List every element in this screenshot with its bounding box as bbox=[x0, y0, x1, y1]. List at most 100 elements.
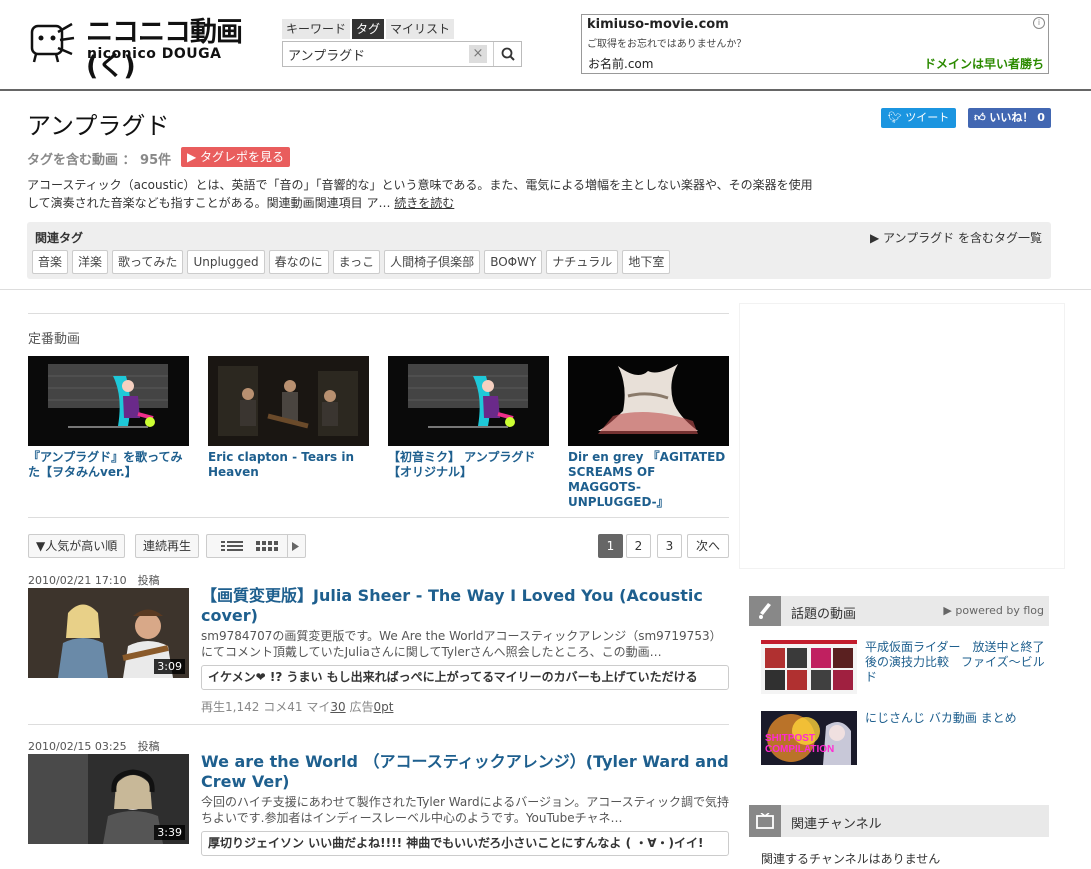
divider bbox=[28, 313, 729, 314]
search-button[interactable] bbox=[493, 42, 522, 66]
tag-description: アコースティック（acoustic）とは、英語で「音の」「音響的な」という意味で… bbox=[27, 176, 817, 212]
related-tag[interactable]: BOΦWY bbox=[484, 250, 543, 274]
video-list-item: 2010/02/21 17:10 投稿 3:09 【画質変更版】Julia Sh… bbox=[28, 572, 729, 725]
trending-video-title[interactable]: にじさんじ バカ動画 まとめ bbox=[865, 711, 1051, 726]
featured-video[interactable]: Eric clapton - Tears in Heaven bbox=[208, 356, 369, 480]
related-tags-label: 関連タグ bbox=[35, 231, 84, 245]
ad-points[interactable]: 0pt bbox=[373, 700, 393, 714]
video-thumbnail[interactable]: SHITPOST COMPILATION bbox=[761, 711, 857, 765]
related-tags-all-link[interactable]: ▶ アンプラグド を含むタグ一覧 bbox=[870, 229, 1042, 246]
like-label: いいね！ 0 bbox=[989, 111, 1045, 124]
featured-video-title[interactable]: 【初音ミク】 アンプラグド【オリジナル】 bbox=[388, 450, 549, 480]
thumbnail-image bbox=[568, 356, 729, 446]
related-tag[interactable]: 音楽 bbox=[32, 250, 69, 274]
header-ad[interactable]: kimiuso-movie.com ご取得をお忘れではありませんか？ お名前.c… bbox=[581, 14, 1049, 74]
next-page-button[interactable]: 次へ bbox=[687, 534, 729, 558]
video-description: 今回のハイチ支援にあわせて製作されたTyler Wardによるバージョン。アコー… bbox=[201, 795, 729, 825]
ad-info-icon[interactable]: i bbox=[1033, 17, 1045, 29]
featured-video[interactable]: 『アンプラグド』を歌ってみた【ヲタみんver.】 bbox=[28, 356, 189, 480]
video-thumbnail[interactable] bbox=[388, 356, 549, 446]
play-arrow-icon[interactable] bbox=[292, 542, 300, 551]
related-tag[interactable]: 歌ってみた bbox=[112, 250, 184, 274]
related-tag[interactable]: 洋楽 bbox=[72, 250, 109, 274]
grid-view-icon[interactable] bbox=[256, 541, 278, 552]
video-thumbnail[interactable] bbox=[28, 356, 189, 446]
tagrepo-button[interactable]: ▶ タグレポを見る bbox=[181, 147, 291, 167]
page-button[interactable]: 3 bbox=[657, 534, 682, 558]
no-channels-message: 関連するチャンネルはありません bbox=[761, 852, 941, 866]
sidebar-ad-slot bbox=[739, 303, 1065, 569]
continuous-play-button[interactable]: 連続再生 bbox=[135, 534, 200, 558]
comments-count: 41 bbox=[287, 700, 303, 714]
video-title[interactable]: We are the World （アコースティックアレンジ）(Tyler Wa… bbox=[201, 752, 729, 792]
page-button[interactable]: 2 bbox=[626, 534, 651, 558]
featured-heading: 定番動画 bbox=[28, 332, 81, 347]
featured-video[interactable]: 【初音ミク】 アンプラグド【オリジナル】 bbox=[388, 356, 549, 480]
featured-video[interactable]: Dir en grey 『AGITATED SCREAMS OF MAGGOTS… bbox=[568, 356, 729, 510]
featured-video-title[interactable]: 『アンプラグド』を歌ってみた【ヲタみんver.】 bbox=[28, 450, 189, 480]
search-input[interactable] bbox=[283, 42, 467, 66]
related-tag[interactable]: Unplugged bbox=[187, 250, 265, 274]
related-tag[interactable]: ナチュラル bbox=[546, 250, 619, 274]
trending-video[interactable]: 平成仮面ライダー 放送中と終了後の演技力比較 ファイズ～ビルド bbox=[761, 640, 1051, 696]
search-tab-keyword[interactable]: キーワード bbox=[282, 19, 351, 39]
list-view-icon[interactable] bbox=[221, 541, 243, 552]
related-tag[interactable]: 地下室 bbox=[622, 250, 671, 274]
trending-label: 話題の動画 bbox=[791, 607, 857, 622]
search-tabs: キーワード タグ マイリスト bbox=[282, 19, 522, 39]
related-tag[interactable]: まっこ bbox=[332, 250, 381, 274]
search-tab-mylist[interactable]: マイリスト bbox=[386, 19, 455, 39]
video-thumbnail[interactable] bbox=[761, 640, 857, 694]
twitter-bird-icon: 🐦︎ bbox=[887, 111, 902, 124]
video-thumbnail[interactable]: 3:09 bbox=[28, 588, 189, 678]
trending-video[interactable]: SHITPOST COMPILATION にじさんじ バカ動画 まとめ bbox=[761, 711, 1051, 767]
ad-cta[interactable]: ドメインは早い者勝ち bbox=[924, 55, 1044, 72]
niconico-logo[interactable]: ニコニコ動画(く) niconico DOUGA bbox=[28, 16, 268, 82]
related-channel-label: 関連チャンネル bbox=[791, 817, 882, 832]
search-box: キーワード タグ マイリスト × bbox=[282, 19, 522, 67]
featured-video-title[interactable]: Eric clapton - Tears in Heaven bbox=[208, 450, 369, 480]
thumbnail-image bbox=[388, 356, 549, 446]
logo-sub-text: niconico DOUGA bbox=[87, 46, 222, 62]
trending-video-title[interactable]: 平成仮面ライダー 放送中と終了後の演技力比較 ファイズ～ビルド bbox=[865, 640, 1051, 685]
mascot-icon bbox=[30, 22, 75, 63]
ad-points-label: 広告 bbox=[349, 700, 374, 714]
video-thumbnail[interactable] bbox=[568, 356, 729, 446]
video-thumbnail[interactable] bbox=[208, 356, 369, 446]
mylist-count[interactable]: 30 bbox=[330, 700, 345, 714]
related-tag[interactable]: 春なのに bbox=[268, 250, 329, 274]
video-duration: 3:39 bbox=[154, 825, 185, 840]
video-stats: 再生1,142 コメ41 マイ30 広告0pt bbox=[201, 698, 393, 715]
thumbnail-image bbox=[761, 640, 857, 694]
search-row: × bbox=[282, 41, 522, 67]
ad-domain: kimiuso-movie.com bbox=[587, 17, 729, 32]
divider bbox=[28, 517, 729, 518]
video-count-label: タグを含む動画 ： 95件 bbox=[27, 153, 172, 168]
sort-button[interactable]: ▼人気が高い順 bbox=[28, 534, 126, 558]
trend-icon bbox=[749, 596, 781, 626]
views-count: 1,142 bbox=[225, 700, 260, 714]
search-tab-tag[interactable]: タグ bbox=[352, 19, 385, 39]
channel-icon bbox=[749, 805, 781, 837]
related-tags-panel: 関連タグ ▶ アンプラグド を含むタグ一覧 音楽 洋楽 歌ってみた Unplug… bbox=[27, 222, 1051, 279]
video-thumbnail[interactable]: 3:39 bbox=[28, 754, 189, 844]
featured-videos: 『アンプラグド』を歌ってみた【ヲタみんver.】 Eric clapton - … bbox=[28, 356, 748, 509]
page-title: アンプラグド bbox=[27, 112, 170, 140]
thumbnail-image: SHITPOST COMPILATION bbox=[761, 711, 857, 765]
mylist-label: マイ bbox=[306, 700, 331, 714]
featured-video-title[interactable]: Dir en grey 『AGITATED SCREAMS OF MAGGOTS… bbox=[568, 450, 729, 510]
video-post-date: 2010/02/21 17:10 投稿 bbox=[28, 574, 160, 587]
clear-icon[interactable]: × bbox=[469, 45, 487, 63]
video-latest-comments: イケメン❤ !? うまい もし出来ればっぺに上がってるマイリーのカバーも上げてい… bbox=[201, 665, 729, 690]
like-button[interactable]: 👍︎ いいね！ 0 bbox=[968, 108, 1051, 128]
divider bbox=[287, 535, 288, 557]
page-button-current[interactable]: 1 bbox=[598, 534, 623, 558]
powered-by-link[interactable]: ▶ powered by flog bbox=[943, 604, 1044, 617]
video-title[interactable]: 【画質変更版】Julia Sheer - The Way I Loved You… bbox=[201, 586, 729, 626]
readmore-link[interactable]: 続きを読む bbox=[394, 196, 454, 210]
video-latest-comments: 厚切りジェイソン いい曲だよね!!!! 神曲でもいいだろ小さいことにすんなよ (… bbox=[201, 831, 729, 856]
tweet-button[interactable]: 🐦︎ ツイート bbox=[881, 108, 956, 128]
search-icon bbox=[501, 47, 515, 61]
related-tag[interactable]: 人間椅子倶楽部 bbox=[384, 250, 481, 274]
view-toggle bbox=[206, 534, 306, 558]
